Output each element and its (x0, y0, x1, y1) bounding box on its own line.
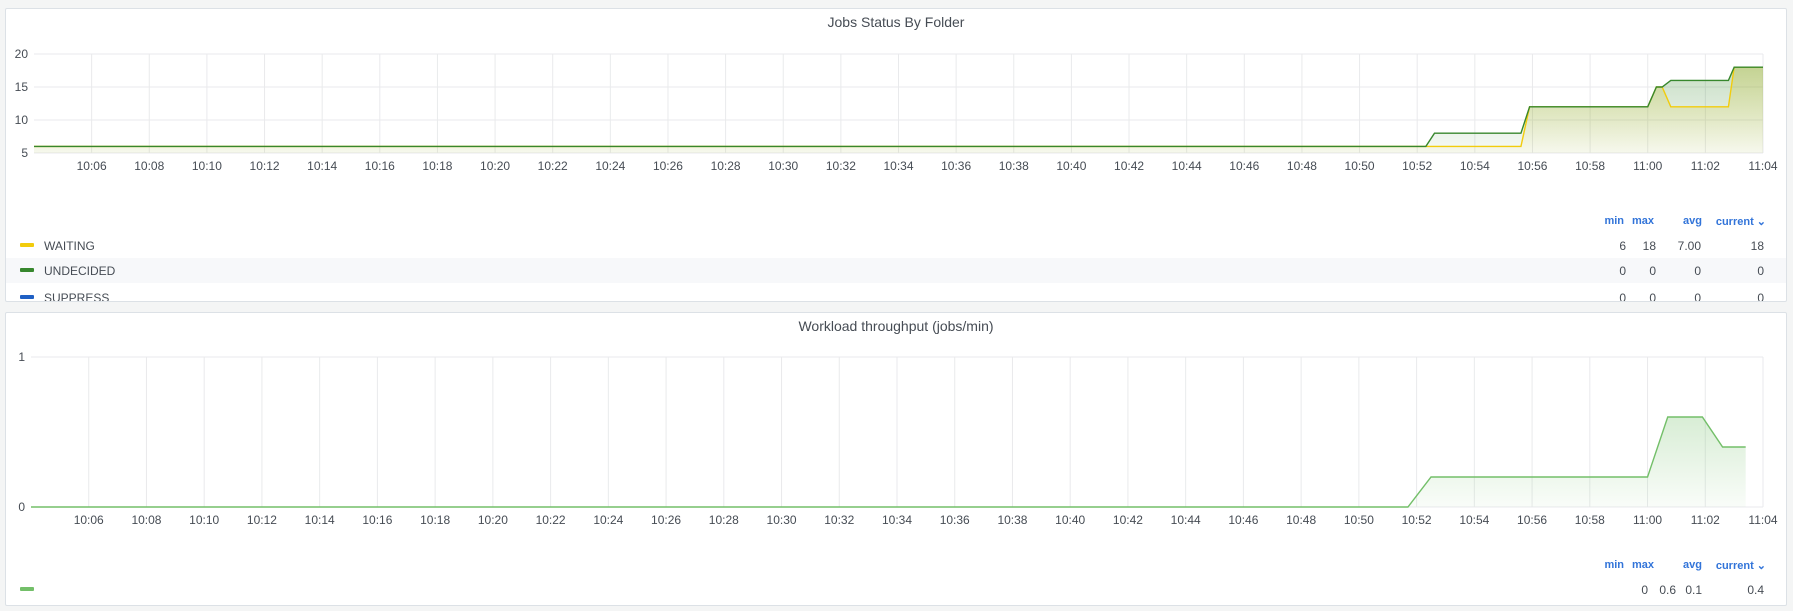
legend-row-waiting[interactable]: WAITING 6 18 7.00 18 (6, 233, 1786, 258)
x-tick-label: 10:14 (305, 513, 335, 527)
x-tick-label: 11:00 (1633, 513, 1662, 527)
throughput-panel: Workload throughput (jobs/min) 0 1 10:06 10… (5, 312, 1787, 606)
x-tick-label: 11:02 (1691, 513, 1720, 527)
legend-header-max[interactable]: max (1618, 215, 1654, 227)
legend-current: 0 (1757, 291, 1764, 302)
jobs-status-panel: Jobs Status By Folder 5 10 15 20 10:06 10:08 1… (5, 8, 1787, 302)
x-tick-label: 10:40 (1055, 513, 1085, 527)
legend-current: 0 (1757, 264, 1764, 278)
legend-header-current[interactable]: current ⌄ (1706, 215, 1766, 228)
x-tick-label: 11:00 (1633, 159, 1662, 173)
x-tick-label: 10:16 (365, 159, 395, 173)
x-tick-label: 10:50 (1344, 513, 1374, 527)
x-tick-label: 10:38 (999, 159, 1029, 173)
series-area-series (31, 417, 1746, 507)
legend-row-suppress[interactable]: SUPPRESS 0 0 0 0 (6, 285, 1786, 302)
x-tick-label: 10:54 (1460, 159, 1490, 173)
x-tick-label: 10:46 (1229, 159, 1259, 173)
legend-avg: 0.1 (1685, 583, 1702, 597)
x-tick-label: 10:56 (1517, 513, 1547, 527)
x-tick-label: 10:50 (1345, 159, 1375, 173)
legend-row-throughput[interactable]: 0 0.6 0.1 0.4 (6, 577, 1786, 602)
legend-series-name[interactable]: SUPPRESS (44, 291, 109, 301)
x-tick-label: 10:18 (420, 513, 450, 527)
x-tick-label: 10:16 (362, 513, 392, 527)
x-tick-label: 10:48 (1287, 159, 1317, 173)
x-tick-label: 10:56 (1517, 159, 1547, 173)
x-tick-label: 10:36 (940, 513, 970, 527)
x-tick-label: 11:04 (1748, 513, 1777, 527)
x-tick-label: 10:48 (1286, 513, 1316, 527)
x-tick-label: 10:26 (653, 159, 683, 173)
legend-header-max[interactable]: max (1618, 559, 1654, 571)
x-tick-label: 10:20 (480, 159, 510, 173)
x-tick-label: 10:38 (997, 513, 1027, 527)
y-tick-label: 20 (15, 47, 29, 61)
x-tick-label: 10:22 (538, 159, 568, 173)
x-tick-label: 10:44 (1171, 513, 1201, 527)
throughput-chart: 0 1 10:06 10:08 10:10 10:12 10:14 10:16 10:18 10:… (18, 350, 1778, 527)
legend-series-name[interactable]: WAITING (44, 239, 95, 253)
y-tick-label: 10 (15, 113, 29, 127)
x-tick-label: 10:24 (593, 513, 623, 527)
x-tick-label: 10:32 (826, 159, 856, 173)
x-tick-label: 10:22 (536, 513, 566, 527)
x-tick-label: 10:20 (478, 513, 508, 527)
legend-series-name[interactable]: UNDECIDED (44, 264, 115, 278)
x-tick-label: 10:30 (768, 159, 798, 173)
legend-avg: 7.00 (1677, 239, 1701, 253)
series-color-swatch[interactable] (20, 295, 34, 299)
y-tick-label: 0 (18, 500, 25, 514)
x-tick-label: 10:06 (77, 159, 107, 173)
x-tick-label: 10:40 (1056, 159, 1086, 173)
x-tick-label: 10:26 (651, 513, 681, 527)
x-tick-label: 10:42 (1113, 513, 1143, 527)
x-tick-label: 10:46 (1228, 513, 1258, 527)
x-tick-label: 10:10 (192, 159, 222, 173)
x-tick-label: 10:08 (134, 159, 164, 173)
y-tick-label: 5 (21, 146, 28, 160)
x-tick-label: 10:34 (883, 159, 913, 173)
legend-header-avg[interactable]: avg (1660, 215, 1702, 227)
x-tick-label: 10:58 (1575, 159, 1605, 173)
x-tick-label: 10:44 (1172, 159, 1202, 173)
series-color-swatch[interactable] (20, 587, 34, 591)
x-tick-label: 10:54 (1459, 513, 1489, 527)
legend-current: 0.4 (1747, 583, 1764, 597)
jobs-status-chart: 5 10 15 20 10:06 10:08 10:10 10:12 10:14 10:16 10:… (15, 47, 1778, 173)
x-tick-label: 10:42 (1114, 159, 1144, 173)
x-tick-label: 10:28 (711, 159, 741, 173)
x-tick-label: 10:14 (307, 159, 337, 173)
legend-header-current[interactable]: current ⌄ (1706, 559, 1766, 572)
x-tick-label: 10:06 (74, 513, 104, 527)
x-tick-label: 10:08 (131, 513, 161, 527)
x-tick-label: 10:30 (767, 513, 797, 527)
x-tick-label: 10:52 (1402, 513, 1432, 527)
legend-current: 18 (1750, 239, 1764, 253)
legend-avg: 0 (1694, 291, 1701, 302)
x-tick-label: 10:58 (1575, 513, 1605, 527)
x-tick-label: 10:34 (882, 513, 912, 527)
x-tick-label: 11:04 (1748, 159, 1777, 173)
x-tick-label: 10:12 (250, 159, 280, 173)
x-tick-label: 10:52 (1402, 159, 1432, 173)
x-tick-label: 10:24 (595, 159, 625, 173)
x-tick-label: 10:12 (247, 513, 277, 527)
x-tick-label: 11:02 (1691, 159, 1720, 173)
legend-header-avg[interactable]: avg (1660, 559, 1702, 571)
legend-row-undecided[interactable]: UNDECIDED 0 0 0 0 (6, 258, 1786, 283)
y-tick-label: 1 (18, 350, 25, 364)
x-tick-label: 10:36 (941, 159, 971, 173)
series-color-swatch[interactable] (20, 243, 34, 247)
y-tick-label: 15 (15, 80, 29, 94)
series-color-swatch[interactable] (20, 268, 34, 272)
x-tick-label: 10:18 (422, 159, 452, 173)
x-tick-label: 10:10 (189, 513, 219, 527)
x-tick-label: 10:28 (709, 513, 739, 527)
x-tick-label: 10:32 (824, 513, 854, 527)
legend-avg: 0 (1694, 264, 1701, 278)
